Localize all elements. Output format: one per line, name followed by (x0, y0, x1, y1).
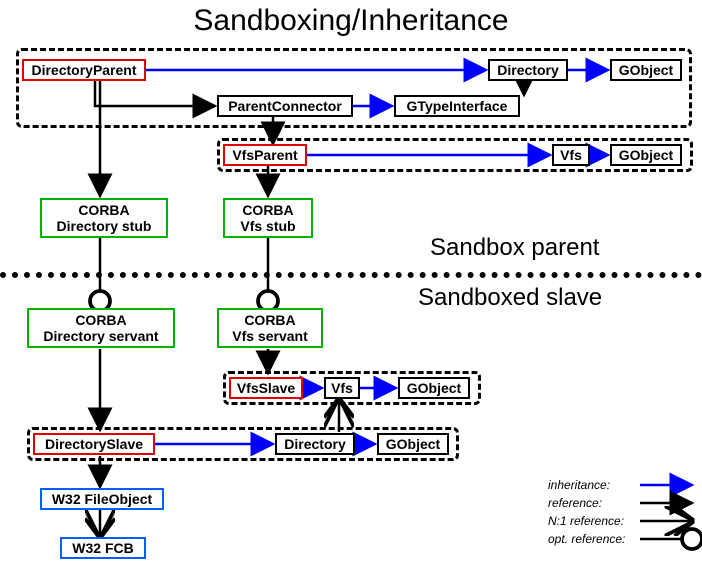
section-divider (0, 272, 702, 278)
node-w32-fileobject: W32 FileObject (40, 488, 164, 510)
diagram-title: Sandboxing/Inheritance (0, 4, 702, 38)
node-vfs-top: Vfs (552, 144, 590, 166)
node-gobject-4: GObject (377, 433, 449, 455)
node-corba-vfs-stub: CORBA Vfs stub (223, 198, 313, 238)
node-gobject-3: GObject (398, 377, 470, 399)
node-vfs-2: Vfs (324, 377, 360, 399)
node-corba-vfs-servant: CORBA Vfs servant (217, 308, 323, 348)
node-directory-slave: DirectorySlave (33, 433, 155, 455)
node-corba-dir-servant: CORBA Directory servant (27, 308, 175, 348)
node-directory-2: Directory (275, 433, 355, 455)
node-directory-parent: DirectoryParent (22, 59, 146, 81)
node-vfs-slave: VfsSlave (229, 377, 303, 399)
legend-inheritance: inheritance: (548, 478, 638, 492)
node-gobject-2: GObject (610, 144, 682, 166)
label-sandbox-parent: Sandbox parent (430, 234, 599, 262)
node-directory-top: Directory (488, 59, 568, 81)
label-sandboxed-slave: Sandboxed slave (418, 284, 602, 312)
legend-optref: opt. reference: (548, 532, 638, 546)
node-gtype-interface: GTypeInterface (394, 95, 520, 117)
legend-n1ref: N:1 reference: (548, 514, 638, 528)
node-parent-connector: ParentConnector (217, 95, 353, 117)
node-corba-dir-stub: CORBA Directory stub (40, 198, 168, 238)
node-gobject-top: GObject (610, 59, 682, 81)
node-vfs-parent: VfsParent (223, 144, 307, 166)
node-w32-fcb: W32 FCB (60, 537, 146, 559)
legend: inheritance: reference: N:1 reference: o… (548, 476, 638, 548)
legend-reference: reference: (548, 496, 638, 510)
